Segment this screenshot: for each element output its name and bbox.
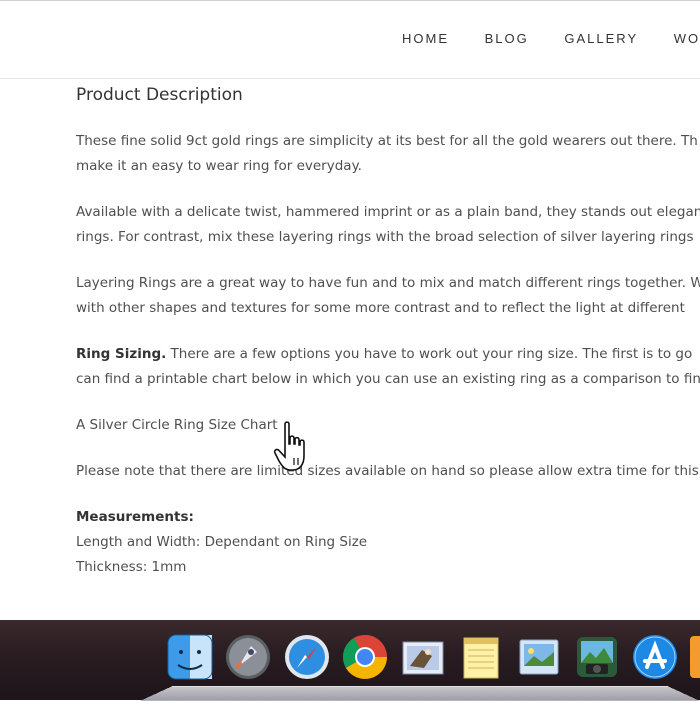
- notes-icon[interactable]: [456, 632, 506, 682]
- ibooks-icon[interactable]: [688, 632, 700, 682]
- product-description-heading: Product Description: [76, 85, 243, 105]
- site-header: HOME BLOG GALLERY WORKS: [0, 0, 700, 79]
- ring-size-chart-paragraph: A Silver Circle Ring Size Chart: [76, 413, 700, 438]
- mail-icon[interactable]: [398, 632, 448, 682]
- nav-works[interactable]: WORKS: [674, 31, 700, 46]
- ring-sizing-line-1: Ring Sizing. There are a few options you…: [76, 342, 700, 367]
- paragraph-3-line-2: with other shapes and textures for some …: [76, 300, 685, 316]
- paragraph-2-line-2: rings. For contrast, mix these layering …: [76, 229, 694, 245]
- photo-booth-icon[interactable]: [572, 632, 622, 682]
- measurements-label: Measurements:: [76, 509, 194, 525]
- dock-shelf: [140, 685, 700, 701]
- nav-blog[interactable]: BLOG: [485, 31, 529, 46]
- paragraph-3-line-1: Layering Rings are a great way to have f…: [76, 275, 700, 291]
- ring-size-chart-link[interactable]: A Silver Circle Ring Size Chart: [76, 417, 278, 433]
- length-width: Length and Width: Dependant on Ring Size: [76, 534, 368, 550]
- nav-gallery[interactable]: GALLERY: [564, 31, 638, 46]
- safari-icon[interactable]: [282, 632, 332, 682]
- app-store-icon[interactable]: [630, 632, 680, 682]
- hand-cursor-icon: [270, 418, 310, 474]
- finder-icon[interactable]: [165, 632, 215, 682]
- paragraph-1-line-2: make it an easy to wear ring for everyda…: [76, 158, 362, 174]
- nav-home[interactable]: HOME: [402, 31, 449, 46]
- ring-sizing-label: Ring Sizing.: [76, 346, 167, 362]
- thickness: Thickness: 1mm: [76, 559, 187, 575]
- chrome-icon[interactable]: [340, 632, 390, 682]
- paragraph-2-line-1: Available with a delicate twist, hammere…: [76, 204, 700, 220]
- launchpad-icon[interactable]: [223, 632, 273, 682]
- availability-note: Please note that there are limited sizes…: [76, 463, 699, 479]
- ring-sizing-line-2: can find a printable chart below in whic…: [76, 371, 700, 387]
- main-nav: HOME BLOG GALLERY WORKS: [402, 31, 700, 46]
- measurements-heading: Measurements:: [76, 505, 700, 530]
- paragraph-1-line-1: These fine solid 9ct gold rings are simp…: [76, 133, 698, 149]
- ring-sizing-text: There are a few options you have to work…: [166, 346, 693, 362]
- product-content: Product Description These fine solid 9ct…: [76, 84, 700, 580]
- preview-icon[interactable]: [514, 632, 564, 682]
